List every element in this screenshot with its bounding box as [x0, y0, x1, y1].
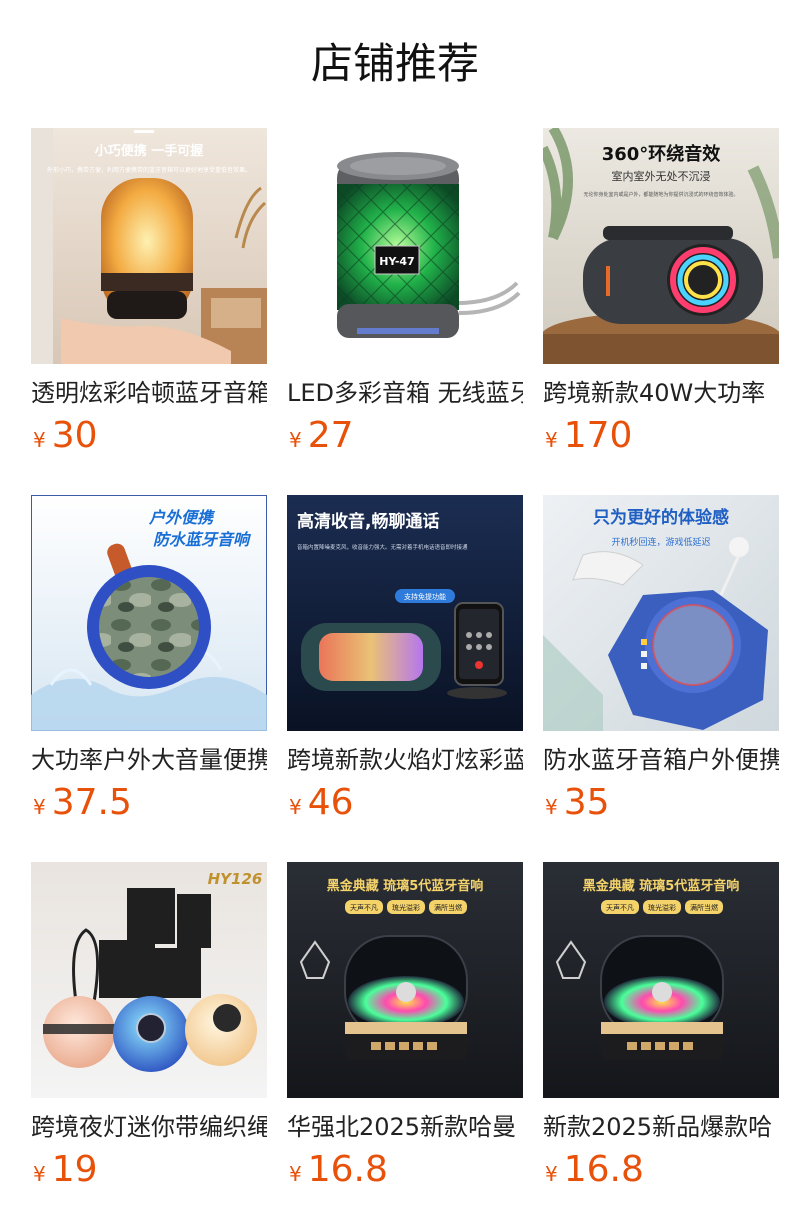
- price-line: ¥37.5: [31, 781, 267, 825]
- image-caption: 高清收音,畅聊通话: [297, 511, 439, 532]
- currency-symbol: ¥: [289, 1162, 302, 1186]
- currency-symbol: ¥: [33, 428, 46, 452]
- image-caption: 天声不凡: [606, 903, 634, 912]
- camo-waterproof-speaker-icon: 户外便携 防水蓝牙音响: [31, 495, 267, 731]
- image-caption: HY126: [208, 870, 263, 888]
- price-line: ¥16.8: [287, 1148, 523, 1192]
- product-price: 170: [563, 415, 633, 456]
- image-caption: 天声不凡: [350, 903, 378, 912]
- product-price: 16.8: [563, 1149, 644, 1190]
- product-card[interactable]: 高清收音,畅聊通话 音箱内置降噪麦克风，收音能力强大。无需对着手机电话语音即时接…: [287, 495, 523, 823]
- price-line: ¥27: [287, 414, 523, 458]
- currency-symbol: ¥: [545, 1162, 558, 1186]
- product-card[interactable]: 小巧便携 一手可握 外形小巧，携带方便，利用方便携带的蓝牙音箱可以更好地享受重低…: [31, 128, 267, 456]
- image-caption: 琉光溢彩: [648, 903, 676, 912]
- product-card[interactable]: 黑金典藏 琉璃5代蓝牙音响 天声不凡 琉光溢彩 满所当燃 华强北2025新款哈曼…: [287, 862, 523, 1190]
- green-led-speaker-icon: HY-47: [287, 128, 523, 364]
- product-grid: 小巧便携 一手可握 外形小巧，携带方便，利用方便携带的蓝牙音箱可以更好地享受重低…: [31, 128, 790, 1190]
- image-caption: 黑金典藏 琉璃5代蓝牙音响: [327, 878, 484, 894]
- product-name[interactable]: 跨境夜灯迷你带编织绳: [31, 1112, 267, 1142]
- currency-symbol: ¥: [289, 795, 302, 819]
- product-card[interactable]: 黑金典藏 琉璃5代蓝牙音响 天声不凡 琉光溢彩 满所当燃 新款2025新品爆款哈…: [543, 862, 779, 1190]
- product-name[interactable]: 大功率户外大音量便携: [31, 745, 267, 775]
- product-image[interactable]: 只为更好的体验感 开机秒回连，游戏低延迟: [543, 495, 779, 731]
- product-name[interactable]: 跨境新款40W大功率: [543, 378, 779, 408]
- boombox-speaker-icon: 360°环绕音效 室内室外无处不沉浸 无论你身处室内或是户外，都能随地为你提供沉…: [543, 128, 779, 364]
- blue-outdoor-speaker-icon: 只为更好的体验感 开机秒回连，游戏低延迟: [543, 495, 779, 731]
- flame-light-speaker-icon: 高清收音,畅聊通话 音箱内置降噪麦克风，收音能力强大。无需对着手机电话语音即时接…: [287, 495, 523, 731]
- product-image[interactable]: HY-47: [287, 128, 523, 364]
- price-line: ¥46: [287, 781, 523, 825]
- currency-symbol: ¥: [33, 1162, 46, 1186]
- transparent-lantern-speaker-icon: 小巧便携 一手可握 外形小巧，携带方便，利用方便携带的蓝牙音箱可以更好地享受重低…: [31, 128, 267, 364]
- product-name[interactable]: LED多彩音箱 无线蓝牙: [287, 378, 523, 408]
- product-price: 19: [51, 1149, 98, 1190]
- product-image[interactable]: 360°环绕音效 室内室外无处不沉浸 无论你身处室内或是户外，都能随地为你提供沉…: [543, 128, 779, 364]
- product-image[interactable]: 户外便携 防水蓝牙音响: [31, 495, 267, 731]
- image-caption: 满所当燃: [434, 903, 462, 912]
- image-caption: 音箱内置降噪麦克风，收音能力强大。无需对着手机电话语音即时接通: [297, 543, 468, 551]
- product-name[interactable]: 透明炫彩哈顿蓝牙音箱: [31, 378, 267, 408]
- currency-symbol: ¥: [289, 428, 302, 452]
- image-caption: 无论你身处室内或是户外，都能随地为你提供沉浸式的环绕音效体验。: [583, 191, 738, 198]
- glass-rgb-speaker-icon: 黑金典藏 琉璃5代蓝牙音响 天声不凡 琉光溢彩 满所当燃: [287, 862, 523, 1098]
- image-caption: 黑金典藏 琉璃5代蓝牙音响: [583, 878, 740, 894]
- glass-rgb-speaker-icon: 黑金典藏 琉璃5代蓝牙音响 天声不凡 琉光溢彩 满所当燃: [543, 862, 779, 1098]
- price-line: ¥170: [543, 414, 779, 458]
- currency-symbol: ¥: [545, 428, 558, 452]
- product-image[interactable]: 小巧便携 一手可握 外形小巧，携带方便，利用方便携带的蓝牙音箱可以更好地享受重低…: [31, 128, 267, 364]
- image-caption: 小巧便携 一手可握: [95, 143, 204, 159]
- product-name[interactable]: 新款2025新品爆款哈: [543, 1112, 779, 1142]
- product-price: 16.8: [307, 1149, 388, 1190]
- product-price: 46: [307, 782, 354, 823]
- image-caption: 只为更好的体验感: [593, 507, 729, 528]
- product-card[interactable]: HY126 跨境夜灯迷你带编织绳 ¥19: [31, 862, 267, 1190]
- product-card[interactable]: 户外便携 防水蓝牙音响 大功率户外大音量便携 ¥37.5: [31, 495, 267, 823]
- product-price: 37.5: [51, 782, 132, 823]
- product-image[interactable]: 黑金典藏 琉璃5代蓝牙音响 天声不凡 琉光溢彩 满所当燃: [543, 862, 779, 1098]
- product-name[interactable]: 华强北2025新款哈曼: [287, 1112, 523, 1142]
- product-price: 30: [51, 415, 98, 456]
- image-caption: 支持免提功能: [404, 592, 446, 601]
- product-price: 27: [307, 415, 354, 456]
- product-image[interactable]: HY126: [31, 862, 267, 1098]
- image-caption: 防水蓝牙音响: [153, 530, 252, 549]
- product-image[interactable]: 黑金典藏 琉璃5代蓝牙音响 天声不凡 琉光溢彩 满所当燃: [287, 862, 523, 1098]
- image-caption: 室内室外无处不沉浸: [612, 169, 711, 183]
- product-name[interactable]: 跨境新款火焰灯炫彩蓝: [287, 745, 523, 775]
- header: 店铺推荐: [0, 0, 790, 128]
- price-line: ¥35: [543, 781, 779, 825]
- image-caption: 户外便携: [148, 508, 216, 527]
- price-line: ¥16.8: [543, 1148, 779, 1192]
- night-light-mini-speaker-icon: HY126: [31, 862, 267, 1098]
- page-title: 店铺推荐: [310, 39, 479, 88]
- product-name[interactable]: 防水蓝牙音箱户外便携: [543, 745, 779, 775]
- image-caption: 外形小巧，携带方便，利用方便携带的蓝牙音箱可以更好地享受重低音效果。: [47, 166, 251, 174]
- product-price: 35: [563, 782, 610, 823]
- image-caption: HY-47: [379, 255, 414, 268]
- currency-symbol: ¥: [545, 795, 558, 819]
- price-line: ¥19: [31, 1148, 267, 1192]
- image-caption: 满所当燃: [690, 903, 718, 912]
- image-caption: 360°环绕音效: [602, 143, 722, 165]
- product-card[interactable]: 只为更好的体验感 开机秒回连，游戏低延迟 防水蓝牙音箱户外便携 ¥35: [543, 495, 779, 823]
- currency-symbol: ¥: [33, 795, 46, 819]
- product-card[interactable]: 360°环绕音效 室内室外无处不沉浸 无论你身处室内或是户外，都能随地为你提供沉…: [543, 128, 779, 456]
- price-line: ¥30: [31, 414, 267, 458]
- image-caption: 开机秒回连，游戏低延迟: [611, 536, 710, 548]
- image-caption: 琉光溢彩: [392, 903, 420, 912]
- product-image[interactable]: 高清收音,畅聊通话 音箱内置降噪麦克风，收音能力强大。无需对着手机电话语音即时接…: [287, 495, 523, 731]
- product-card[interactable]: HY-47 LED多彩音箱 无线蓝牙 ¥27: [287, 128, 523, 456]
